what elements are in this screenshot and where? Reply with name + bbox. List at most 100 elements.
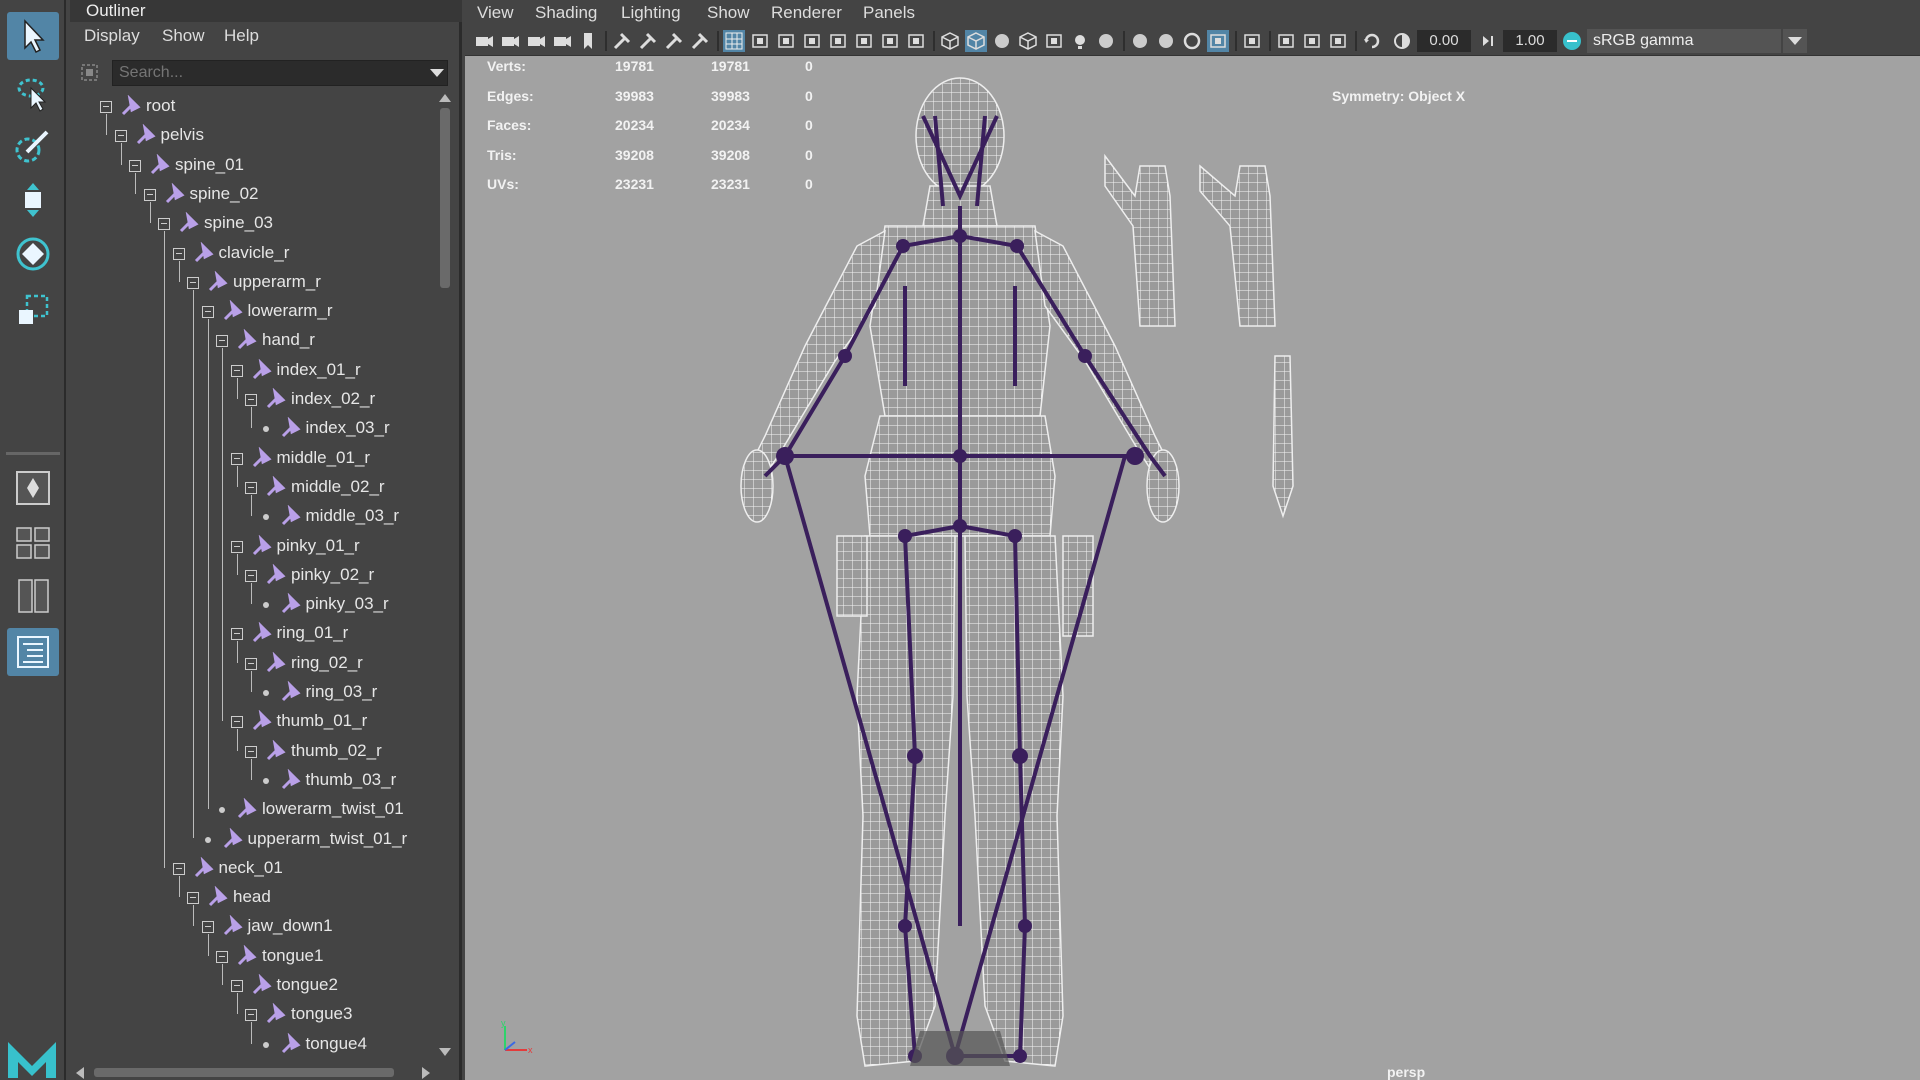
collapse-toggle[interactable]: [201, 921, 214, 934]
outliner-item[interactable]: head: [70, 883, 440, 912]
ring-icon[interactable]: [1181, 30, 1203, 52]
sq-icon[interactable]: [1207, 30, 1229, 52]
collapse-toggle[interactable]: [129, 159, 141, 172]
collapse-toggle[interactable]: [143, 188, 156, 201]
collapse-toggle[interactable]: [201, 306, 214, 319]
collapse-toggle[interactable]: [245, 394, 257, 406]
sphere-icon[interactable]: [1095, 30, 1117, 52]
outliner-item[interactable]: tongue1: [70, 942, 440, 971]
outliner-item[interactable]: thumb_01_r: [70, 707, 440, 736]
menu-display[interactable]: Display: [84, 26, 140, 46]
menu-lighting[interactable]: Lighting: [621, 3, 681, 23]
sel-icon[interactable]: [879, 30, 901, 52]
outliner-item[interactable]: clavicle_r: [70, 239, 440, 268]
outliner-item[interactable]: pinky_01_r: [70, 532, 440, 561]
outliner-vertical-scrollbar[interactable]: [436, 92, 456, 1060]
grid-icon[interactable]: [723, 30, 745, 52]
cam-icon[interactable]: [473, 30, 495, 52]
collapse-toggle[interactable]: [245, 1009, 257, 1022]
outliner-item[interactable]: upperarm_twist_01_r: [70, 825, 440, 854]
outliner-search-input[interactable]: [112, 60, 448, 86]
viewport-scene[interactable]: [465, 56, 1920, 1080]
select-tool-button[interactable]: [7, 12, 59, 60]
outliner-item[interactable]: spine_02: [70, 180, 440, 209]
jt-icon[interactable]: [637, 30, 659, 52]
outliner-item[interactable]: root: [70, 92, 440, 121]
outliner-item[interactable]: middle_02_r: [70, 473, 440, 502]
collapse-toggle[interactable]: [245, 657, 257, 670]
outliner-item[interactable]: pinky_02_r: [70, 561, 440, 590]
outliner-item[interactable]: spine_01: [70, 151, 440, 180]
outliner-item[interactable]: ring_03_r: [70, 678, 440, 707]
sphere-icon[interactable]: [991, 30, 1013, 52]
cubeS-icon[interactable]: [965, 30, 987, 52]
cam-icon[interactable]: [499, 30, 521, 52]
collapse-toggle[interactable]: [245, 569, 257, 582]
cube-icon[interactable]: [1017, 30, 1039, 52]
scroll-right-arrow-icon[interactable]: [422, 1067, 430, 1079]
collapse-toggle[interactable]: [187, 892, 199, 905]
outliner-item[interactable]: lowerarm_r: [70, 297, 440, 326]
bm-icon[interactable]: [577, 30, 599, 52]
collapse-toggle[interactable]: [230, 452, 243, 465]
collapse-toggle[interactable]: [230, 980, 243, 992]
menu-show[interactable]: Show: [707, 3, 750, 23]
two-pane-layout-button[interactable]: [7, 572, 59, 620]
jt-icon[interactable]: [611, 30, 633, 52]
outliner-item[interactable]: tongue4: [70, 1030, 440, 1059]
outliner-layout-button[interactable]: [7, 628, 59, 676]
outliner-item[interactable]: spine_03: [70, 209, 440, 238]
outliner-item[interactable]: thumb_03_r: [70, 766, 440, 795]
collapse-toggle[interactable]: [230, 628, 243, 641]
iso-icon[interactable]: [1241, 30, 1263, 52]
scroll-thumb[interactable]: [440, 108, 450, 288]
outliner-item[interactable]: upperarm_r: [70, 268, 440, 297]
menu-view[interactable]: View: [477, 3, 514, 23]
outliner-item[interactable]: pinky_03_r: [70, 590, 440, 619]
lasso-tool-button[interactable]: [7, 70, 59, 118]
exposure-field[interactable]: 0.00: [1417, 30, 1471, 52]
gamma-field[interactable]: 1.00: [1503, 30, 1557, 52]
collapse-toggle[interactable]: [216, 335, 228, 348]
outliner-item[interactable]: neck_01: [70, 854, 440, 883]
collapse-toggle[interactable]: [114, 130, 127, 143]
search-options-dropdown[interactable]: [430, 69, 444, 77]
win-icon[interactable]: [1275, 30, 1297, 52]
scale-tool-button[interactable]: [7, 286, 59, 334]
collapse-toggle[interactable]: [172, 247, 185, 260]
outliner-item[interactable]: lowerarm_twist_01: [70, 795, 440, 824]
collapse-toggle[interactable]: [245, 481, 257, 494]
single-pane-layout-button[interactable]: [7, 464, 59, 512]
collapse-toggle[interactable]: [230, 716, 243, 729]
menu-help[interactable]: Help: [224, 26, 259, 46]
search-filter-icon[interactable]: [80, 62, 100, 84]
menu-renderer[interactable]: Renderer: [771, 3, 842, 23]
outliner-item[interactable]: jaw_down1: [70, 912, 440, 941]
collapse-toggle[interactable]: [230, 364, 243, 377]
color-space-select[interactable]: sRGB gamma: [1587, 29, 1781, 53]
menu-panels[interactable]: Panels: [863, 3, 915, 23]
outliner-item[interactable]: tongue2: [70, 971, 440, 1000]
sel-icon[interactable]: [853, 30, 875, 52]
rotate-tool-button[interactable]: [7, 230, 59, 278]
cam-icon[interactable]: [525, 30, 547, 52]
move-tool-button[interactable]: [7, 176, 59, 224]
film-icon[interactable]: [749, 30, 771, 52]
cycle-icon[interactable]: [1361, 30, 1383, 52]
jt-icon[interactable]: [663, 30, 685, 52]
scroll-down-arrow-icon[interactable]: [439, 1048, 451, 1056]
jt-icon[interactable]: [689, 30, 711, 52]
collapse-toggle[interactable]: [100, 101, 112, 113]
outliner-item[interactable]: thumb_02_r: [70, 737, 440, 766]
collapse-toggle[interactable]: [172, 862, 185, 875]
four-pane-layout-button[interactable]: [7, 518, 59, 566]
txt-icon[interactable]: [905, 30, 927, 52]
outliner-item[interactable]: index_01_r: [70, 356, 440, 385]
collapse-toggle[interactable]: [158, 218, 170, 231]
win-icon[interactable]: [1301, 30, 1323, 52]
outliner-item[interactable]: middle_03_r: [70, 502, 440, 531]
outliner-item[interactable]: ring_02_r: [70, 649, 440, 678]
color-management-icon[interactable]: [1561, 30, 1583, 52]
hscroll-thumb[interactable]: [94, 1068, 394, 1077]
viewport-panel[interactable]: View Shading Lighting Show Renderer Pane…: [465, 0, 1920, 1080]
